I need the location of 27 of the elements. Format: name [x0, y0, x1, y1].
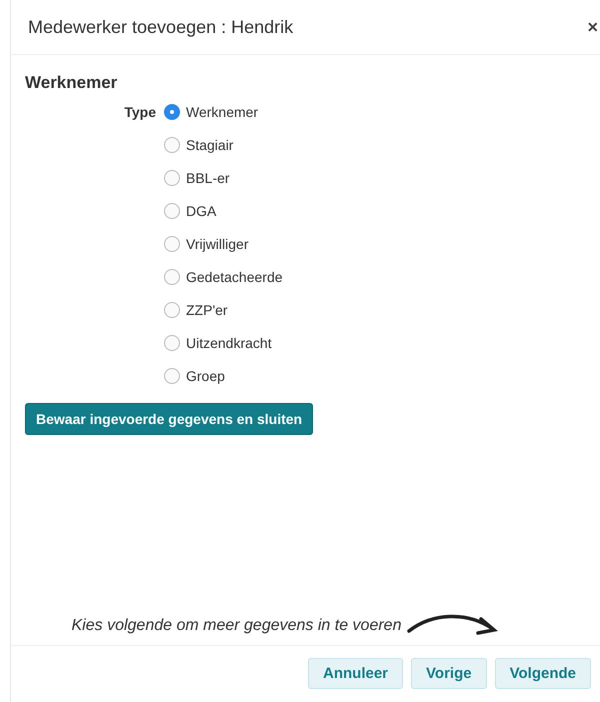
dialog-title: Medewerker toevoegen : Hendrik — [28, 16, 294, 38]
close-button[interactable]: × — [585, 16, 600, 38]
radio-button[interactable] — [164, 104, 180, 120]
radio-button[interactable] — [164, 302, 180, 318]
radio-button[interactable] — [164, 170, 180, 186]
radio-button[interactable] — [164, 368, 180, 384]
hint-text: Kies volgende om meer gegevens in te voeren — [72, 617, 402, 636]
option-label: Vrijwilliger — [186, 236, 248, 252]
save-close-button[interactable]: Bewaar ingevoerde gegevens en sluiten — [25, 403, 314, 435]
option-label: BBL-er — [186, 170, 230, 186]
next-button[interactable]: Volgende — [494, 658, 591, 689]
option-label: Stagiair — [186, 137, 234, 153]
cancel-button[interactable]: Annuleer — [308, 658, 404, 689]
field-label: Type — [123, 103, 156, 122]
option-label: ZZP'er — [186, 302, 228, 318]
option-label: Groep — [186, 368, 225, 384]
radio-button[interactable] — [164, 236, 180, 252]
radio-button[interactable] — [164, 335, 180, 351]
option-label: Gedetacheerde — [186, 269, 283, 285]
option-label: Werknemer — [186, 104, 258, 120]
option-label: DGA — [186, 203, 216, 219]
radio-button[interactable] — [164, 203, 180, 219]
previous-button[interactable]: Vorige — [411, 658, 487, 689]
section-heading: Werknemer — [25, 73, 118, 93]
radio-button[interactable] — [164, 269, 180, 285]
radio-button[interactable] — [164, 137, 180, 153]
option-label: Uitzendkracht — [186, 335, 272, 351]
